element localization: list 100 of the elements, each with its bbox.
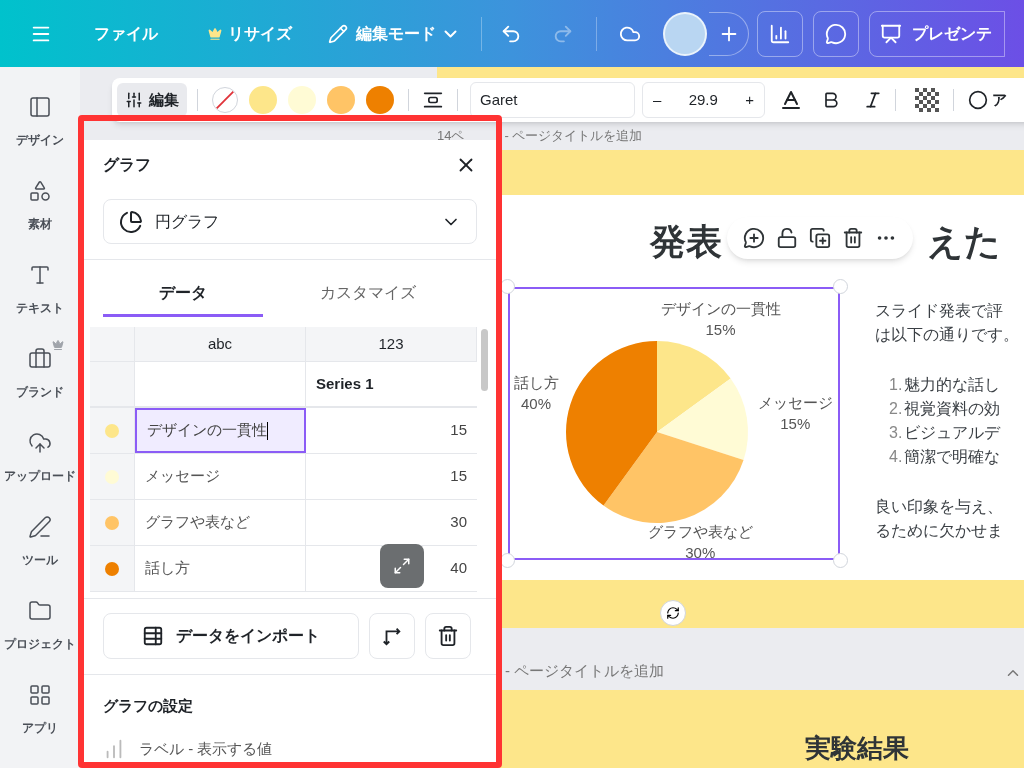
decrease-button[interactable]: – [653, 88, 662, 112]
value-cell[interactable]: 15 [306, 454, 477, 499]
spacing-icon[interactable] [423, 90, 443, 110]
sliders-icon [125, 91, 143, 109]
sidebar-item[interactable]: アップロード [0, 423, 80, 507]
folder-icon [28, 599, 52, 623]
font-field[interactable]: Garet [470, 82, 635, 118]
slide-title: 実験結果 [805, 733, 909, 763]
increase-button[interactable]: + [745, 88, 754, 112]
panel-title: グラフ [103, 155, 151, 175]
value-cell[interactable]: 40 [306, 546, 477, 591]
pencil-icon [328, 23, 348, 44]
import-button[interactable]: データをインポート [103, 613, 359, 659]
unlock-icon[interactable] [775, 227, 798, 249]
color-swatch[interactable] [288, 86, 316, 114]
data-label: メッセージ 15% [757, 394, 833, 432]
list-item: 魅力的な話し [904, 375, 1001, 395]
comment-add-icon[interactable] [742, 227, 765, 249]
list-number: 3. [889, 423, 903, 443]
chart-button[interactable] [757, 10, 803, 57]
page-title-placeholder[interactable]: - ページタイトルを追加 [504, 126, 643, 146]
slide-title: 発表 [650, 222, 722, 262]
settings-item[interactable]: ラベル - 表示する値 [139, 737, 273, 760]
comment-button[interactable] [813, 10, 859, 57]
list-item: ビジュアルデ [904, 423, 1001, 443]
slide-text: るために欠かせま [875, 521, 1004, 541]
chart-selection[interactable]: デザインの一貫性 15% メッセージ 15% グラフや表など 30% 話し方 40% [508, 287, 840, 560]
list-item: 簡潔で明確な [904, 447, 1001, 467]
label-cell[interactable]: デザインの一貫性 [135, 408, 306, 453]
pie-chart-icon [119, 209, 143, 234]
text-icon [28, 263, 52, 287]
column-header: 123 [306, 327, 477, 361]
data-label: デザインの一貫性 15% [660, 299, 781, 338]
resize-handle[interactable] [833, 553, 848, 568]
no-color-swatch[interactable] [212, 87, 238, 113]
label-cell[interactable]: 話し方 [135, 546, 306, 591]
rotate-handle[interactable] [660, 600, 686, 626]
text-cursor [267, 421, 268, 440]
briefcase-icon [28, 347, 52, 371]
color-swatch[interactable] [249, 86, 277, 114]
transparency-icon[interactable] [915, 88, 939, 112]
sidebar-item[interactable]: デザイン [0, 87, 80, 171]
edit-button[interactable]: 編集 [117, 83, 187, 117]
bar-chart-icon [769, 22, 791, 45]
expand-icon [393, 557, 411, 575]
list-item: 視覚資料の効 [904, 399, 1001, 419]
table-icon [142, 625, 164, 647]
duplicate-icon[interactable] [808, 227, 831, 249]
trash-icon [437, 625, 459, 647]
expand-button[interactable] [380, 544, 424, 588]
label-cell[interactable]: メッセージ [135, 454, 306, 499]
chart-type-select[interactable]: 円グラフ [103, 199, 477, 244]
present-button[interactable]: プレゼンテ [869, 10, 1005, 57]
cloud-upload-icon [28, 431, 52, 455]
slide-title: えた [927, 222, 1001, 262]
color-swatch[interactable] [366, 86, 394, 114]
font-size-value[interactable]: 29.9 [688, 88, 718, 112]
list-number: 4. [889, 447, 903, 467]
list-number: 1. [889, 375, 903, 395]
chevron-down-icon [444, 29, 457, 38]
slide-text: は以下の通りです。 [875, 325, 1019, 345]
rotate-icon [666, 606, 680, 620]
panel-tab[interactable]: データ [103, 260, 263, 317]
sidebar-item[interactable]: ツール [0, 507, 80, 591]
sidebar-item[interactable]: 素材 [0, 171, 80, 255]
sidebar-item[interactable]: テキスト [0, 255, 80, 339]
crown-icon [52, 339, 64, 351]
delete-button[interactable] [425, 613, 471, 659]
swap-button[interactable] [369, 613, 415, 659]
shapes-icon [28, 179, 52, 203]
resize-handle[interactable] [833, 279, 848, 294]
list-number: 2. [889, 399, 903, 419]
trash-icon[interactable] [842, 227, 865, 249]
sidebar-item[interactable]: ブランド [0, 339, 80, 423]
pen-icon [28, 515, 52, 539]
panel-icon [28, 95, 52, 119]
column-header: abc [135, 327, 306, 361]
italic-icon[interactable] [863, 90, 883, 110]
text-color-icon[interactable] [779, 88, 803, 112]
value-cell[interactable]: 15 [306, 408, 477, 453]
page-title-placeholder[interactable]: - ページタイトルを追加 [505, 659, 665, 682]
scrollbar[interactable] [481, 329, 488, 391]
animate-button[interactable]: ア [968, 88, 1007, 112]
sidebar-item[interactable]: プロジェクト [0, 591, 80, 675]
data-label: 話し方 40% [513, 374, 559, 413]
panel-tab[interactable]: カスタマイズ [288, 260, 448, 317]
label-cell[interactable]: グラフや表など [135, 500, 306, 545]
swap-icon [381, 625, 403, 647]
slide-text: スライド発表で評 [875, 301, 1004, 321]
value-cell[interactable]: 30 [306, 500, 477, 545]
grid-icon [28, 683, 52, 707]
crown-icon [208, 26, 222, 41]
presentation-icon [880, 22, 902, 45]
comment-icon [825, 22, 847, 45]
series-name[interactable]: Series 1 [306, 362, 477, 406]
slide-text: 良い印象を与え、 [875, 497, 1004, 517]
circle-icon [968, 90, 988, 110]
sidebar-item[interactable]: アプリ [0, 675, 80, 759]
color-swatch[interactable] [327, 86, 355, 114]
avatar[interactable] [663, 11, 707, 56]
